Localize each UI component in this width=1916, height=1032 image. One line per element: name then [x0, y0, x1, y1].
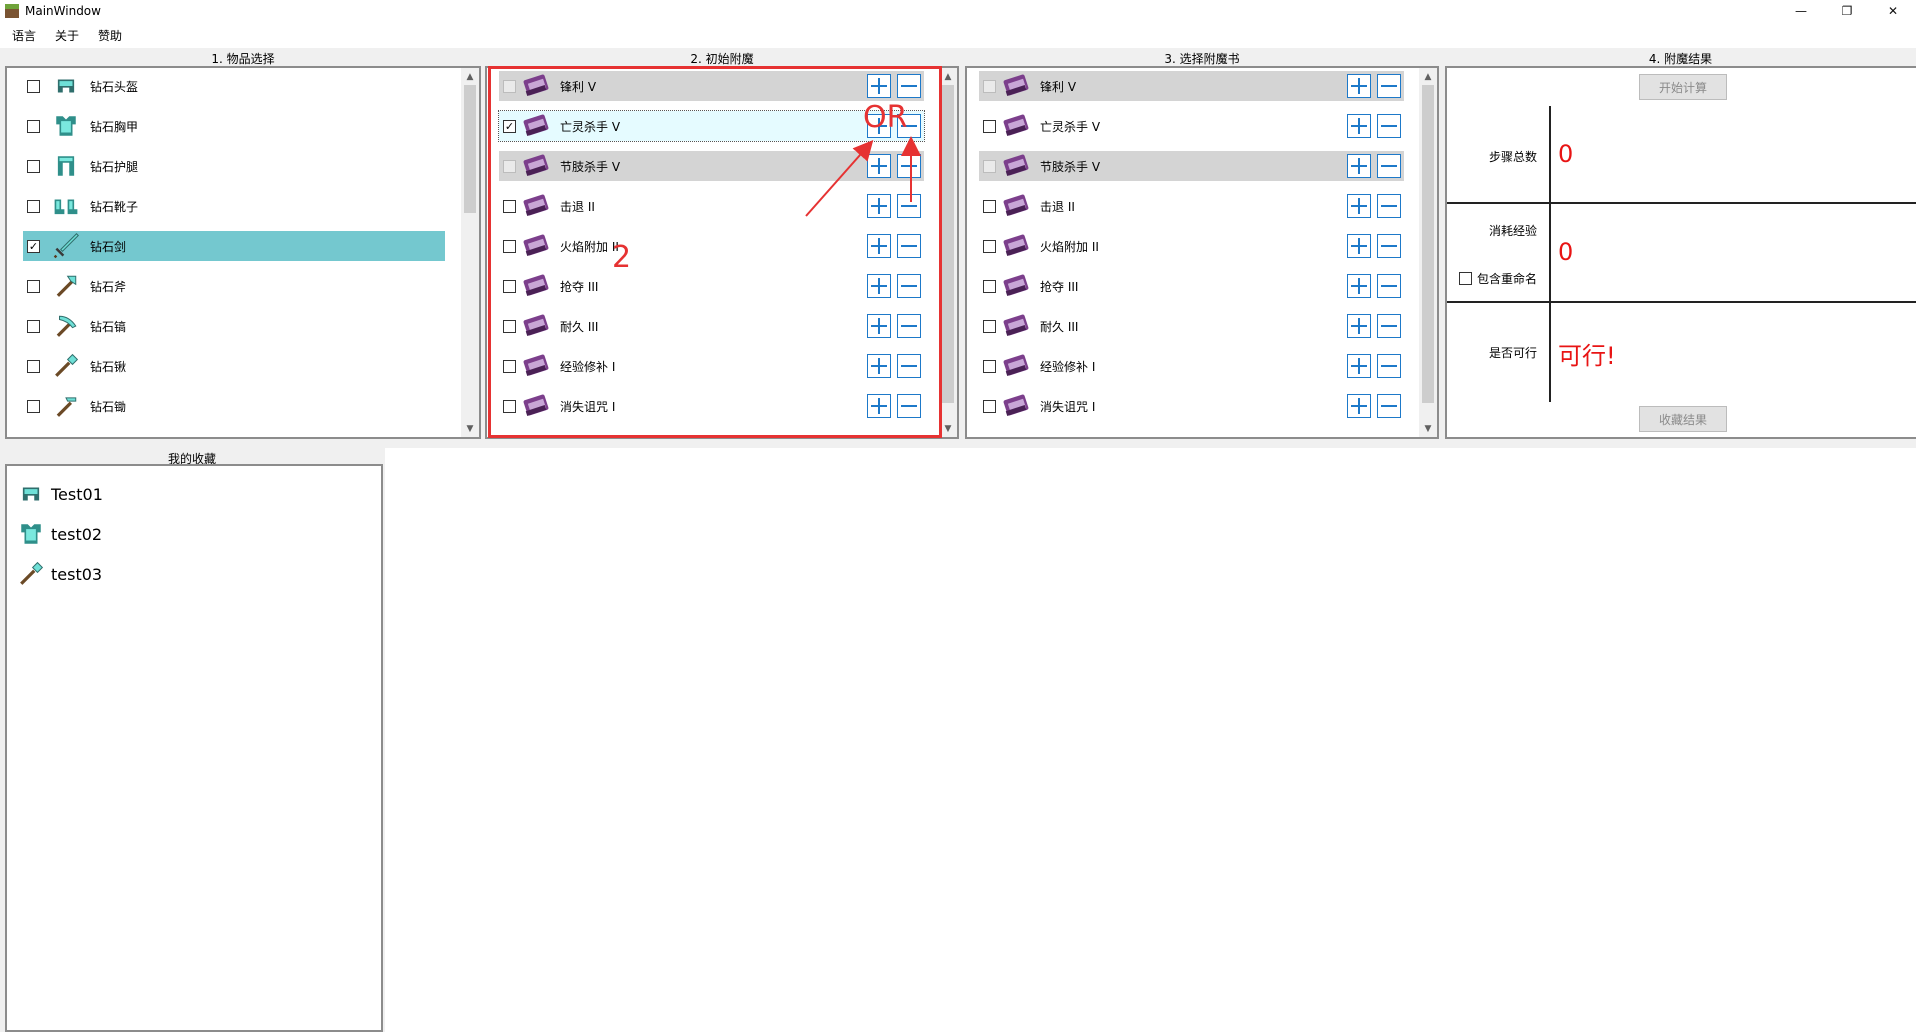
annotation-arrows — [805, 136, 921, 217]
annotation-arrow-plus — [805, 140, 874, 217]
